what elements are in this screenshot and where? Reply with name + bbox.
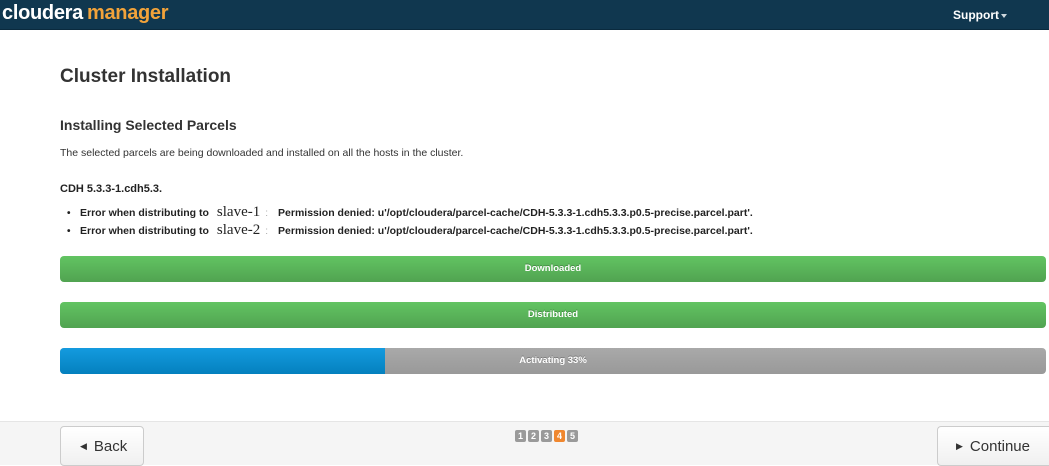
logo-text-manager: manager	[86, 2, 169, 24]
progress-bar-activating: Activating 33%	[60, 348, 1046, 374]
parcel-name: CDH 5.3.3-1.cdh5.3.	[60, 183, 163, 195]
error-prefix: Error when distributing to	[80, 225, 209, 237]
wizard-step-indicator: 1 2 3 4 5	[515, 430, 578, 442]
page-title: Cluster Installation	[60, 66, 232, 87]
support-menu[interactable]: Support	[953, 8, 1007, 22]
cloudera-manager-logo[interactable]: cloudera manager	[2, 1, 169, 25]
wizard-step: 3	[541, 430, 552, 442]
continue-button[interactable]: ▶︎ Continue	[937, 426, 1049, 466]
progress-label-downloaded: Downloaded	[524, 263, 582, 274]
section-title: Installing Selected Parcels	[60, 117, 237, 133]
wizard-step: 5	[567, 430, 578, 442]
skip-back-icon: ◀︎	[80, 440, 87, 451]
error-item: • Error when distributing to slave-2 : P…	[67, 222, 753, 240]
error-list: • Error when distributing to slave-1 : P…	[67, 204, 753, 240]
bullet-icon: •	[67, 226, 71, 237]
progress-bar-downloaded: Downloaded	[60, 256, 1046, 282]
section-description: The selected parcels are being downloade…	[60, 147, 464, 159]
back-button-label: Back	[93, 437, 128, 455]
error-prefix: Error when distributing to	[80, 207, 209, 219]
progress-label-distributed: Distributed	[527, 309, 579, 320]
caret-down-icon	[1001, 13, 1007, 18]
top-navbar: cloudera manager Support	[0, 0, 1049, 30]
skip-forward-icon: ▶︎	[956, 440, 963, 451]
error-separator: :	[265, 208, 269, 219]
logo-text-cloudera: cloudera	[2, 2, 83, 24]
progress-bar-distributed: Distributed	[60, 302, 1046, 328]
wizard-step: 2	[528, 430, 539, 442]
progress-label-activating: Activating 33%	[519, 355, 587, 366]
back-button[interactable]: ◀︎ Back	[60, 426, 144, 466]
continue-button-label: Continue	[969, 437, 1030, 455]
bullet-icon: •	[67, 208, 71, 219]
error-item: • Error when distributing to slave-1 : P…	[67, 204, 753, 222]
error-host: slave-1	[216, 204, 261, 220]
support-menu-label: Support	[953, 8, 999, 22]
error-message: Permission denied: u'/opt/cloudera/parce…	[278, 225, 753, 237]
error-message: Permission denied: u'/opt/cloudera/parce…	[278, 207, 753, 219]
error-host: slave-2	[216, 222, 261, 238]
wizard-step: 1	[515, 430, 526, 442]
wizard-step-current: 4	[554, 430, 565, 442]
wizard-footer	[0, 421, 1049, 465]
error-separator: :	[265, 226, 269, 237]
